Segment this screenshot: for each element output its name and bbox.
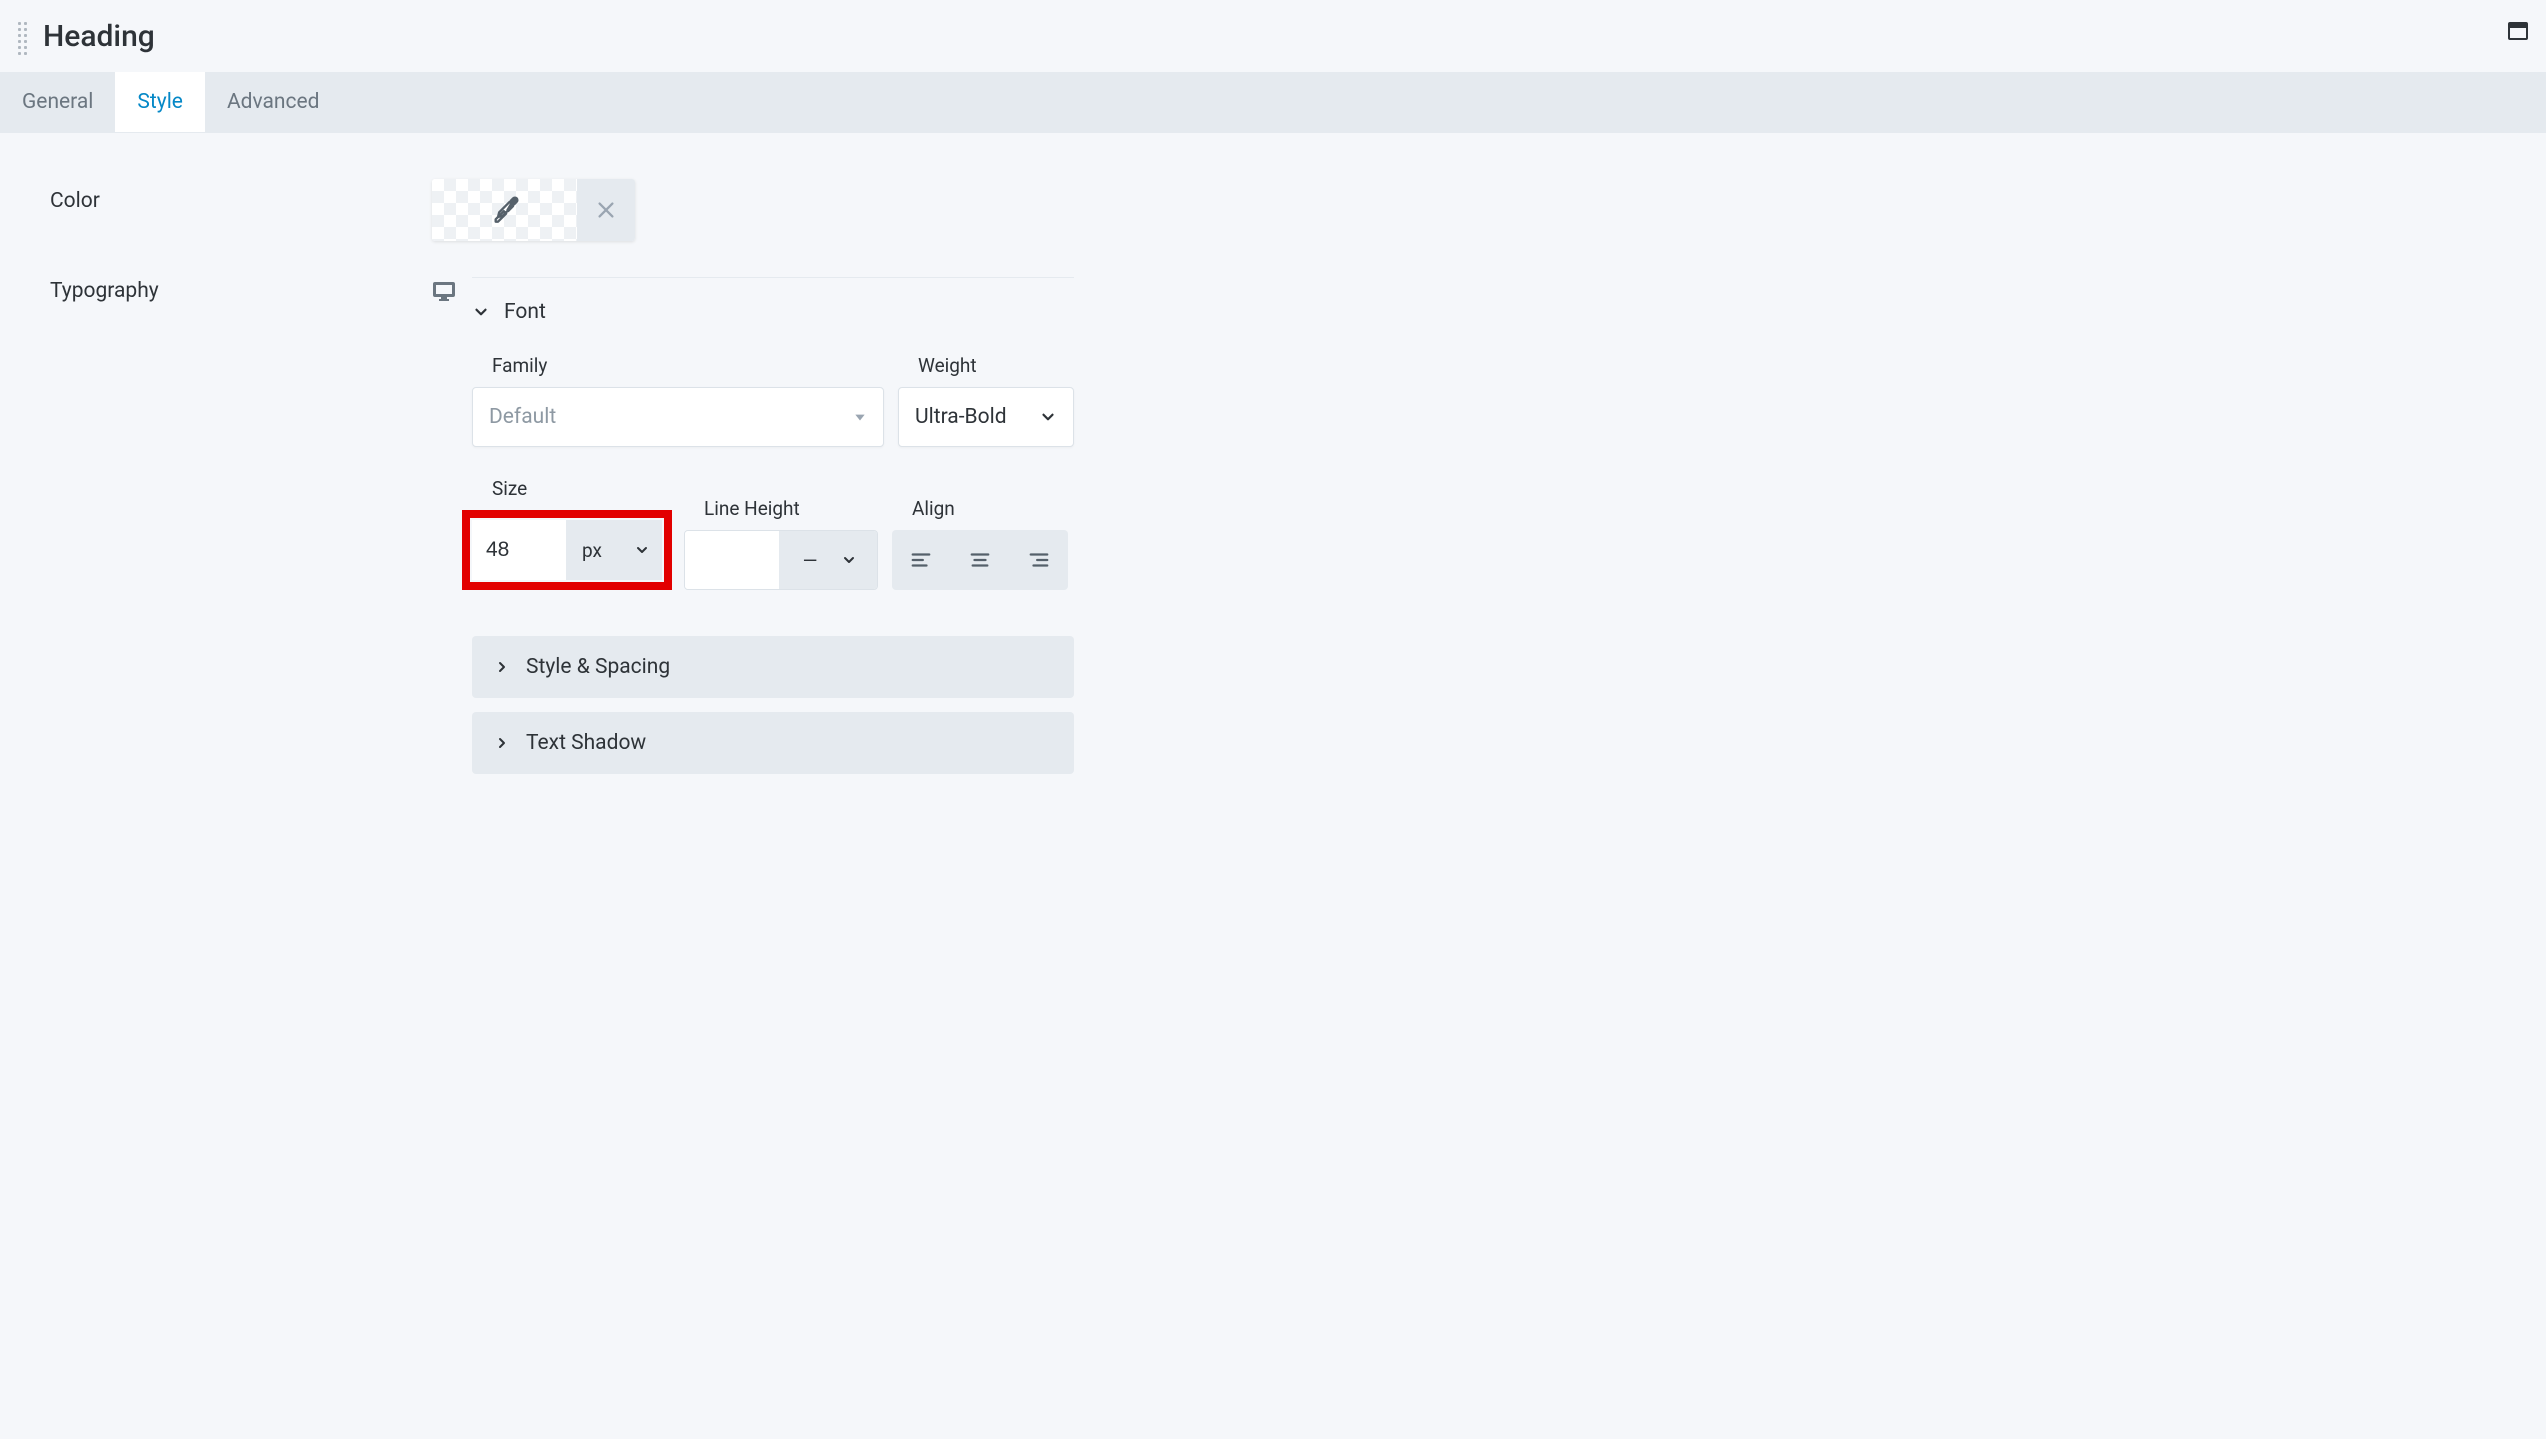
font-family-weight-row: Family Default Weight Ultra-Bold [472, 354, 1074, 447]
align-center-button[interactable] [951, 530, 1010, 590]
size-input[interactable] [472, 520, 566, 580]
size-line-align-row: Size px [472, 477, 1074, 590]
chevron-down-icon [634, 542, 650, 558]
tab-general[interactable]: General [0, 72, 115, 132]
color-picker [432, 179, 635, 241]
tab-bar: General Style Advanced [0, 72, 2546, 133]
family-value: Default [489, 405, 556, 429]
align-left-icon [910, 549, 932, 571]
style-spacing-section[interactable]: Style & Spacing [472, 636, 1074, 698]
size-unit-select[interactable]: px [566, 520, 662, 580]
align-label: Align [892, 497, 1068, 520]
color-row: Color [50, 179, 2496, 241]
font-section-header[interactable]: Font [472, 300, 1074, 324]
divider [472, 277, 1074, 278]
text-shadow-section[interactable]: Text Shadow [472, 712, 1074, 774]
align-group [892, 530, 1068, 590]
weight-select[interactable]: Ultra-Bold [898, 387, 1074, 447]
window-icon[interactable] [2508, 22, 2528, 40]
chevron-right-icon [494, 659, 510, 675]
chevron-down-icon [841, 552, 857, 568]
desktop-icon [432, 279, 456, 303]
panel-header: Heading [0, 0, 2546, 72]
eyedropper-icon [491, 196, 519, 224]
family-label: Family [472, 354, 884, 377]
tab-advanced[interactable]: Advanced [205, 72, 342, 132]
typography-label: Typography [50, 277, 432, 303]
color-swatch-button[interactable] [432, 179, 577, 241]
typography-row: Typography [50, 277, 2496, 788]
align-right-icon [1028, 549, 1050, 571]
style-spacing-label: Style & Spacing [526, 655, 670, 679]
lineheight-unit-select[interactable]: — [779, 531, 877, 589]
content-area: Color [0, 133, 2546, 870]
color-clear-button[interactable] [577, 179, 635, 241]
font-section-title: Font [504, 300, 546, 324]
lineheight-label: Line Height [684, 497, 878, 520]
chevron-right-icon [494, 735, 510, 751]
align-right-button[interactable] [1009, 530, 1068, 590]
close-icon [595, 199, 617, 221]
align-left-button[interactable] [892, 530, 951, 590]
highlight-annotation: px [462, 510, 672, 590]
align-center-icon [969, 549, 991, 571]
caret-down-icon [853, 410, 867, 424]
weight-label: Weight [898, 354, 1074, 377]
lineheight-control: — [684, 530, 878, 590]
page-title: Heading [43, 19, 155, 54]
color-label: Color [50, 179, 432, 213]
text-shadow-label: Text Shadow [526, 731, 646, 755]
size-unit-value: px [582, 539, 602, 562]
chevron-down-icon [472, 303, 490, 321]
lineheight-unit-value: — [803, 549, 818, 572]
size-label: Size [472, 477, 670, 500]
weight-value: Ultra-Bold [915, 405, 1007, 429]
responsive-toggle[interactable] [432, 279, 456, 303]
size-control: px [472, 520, 662, 580]
lineheight-input[interactable] [685, 531, 779, 589]
family-select[interactable]: Default [472, 387, 884, 447]
drag-handle-icon[interactable] [18, 18, 27, 55]
chevron-down-icon [1039, 408, 1057, 426]
tab-style[interactable]: Style [115, 72, 205, 132]
